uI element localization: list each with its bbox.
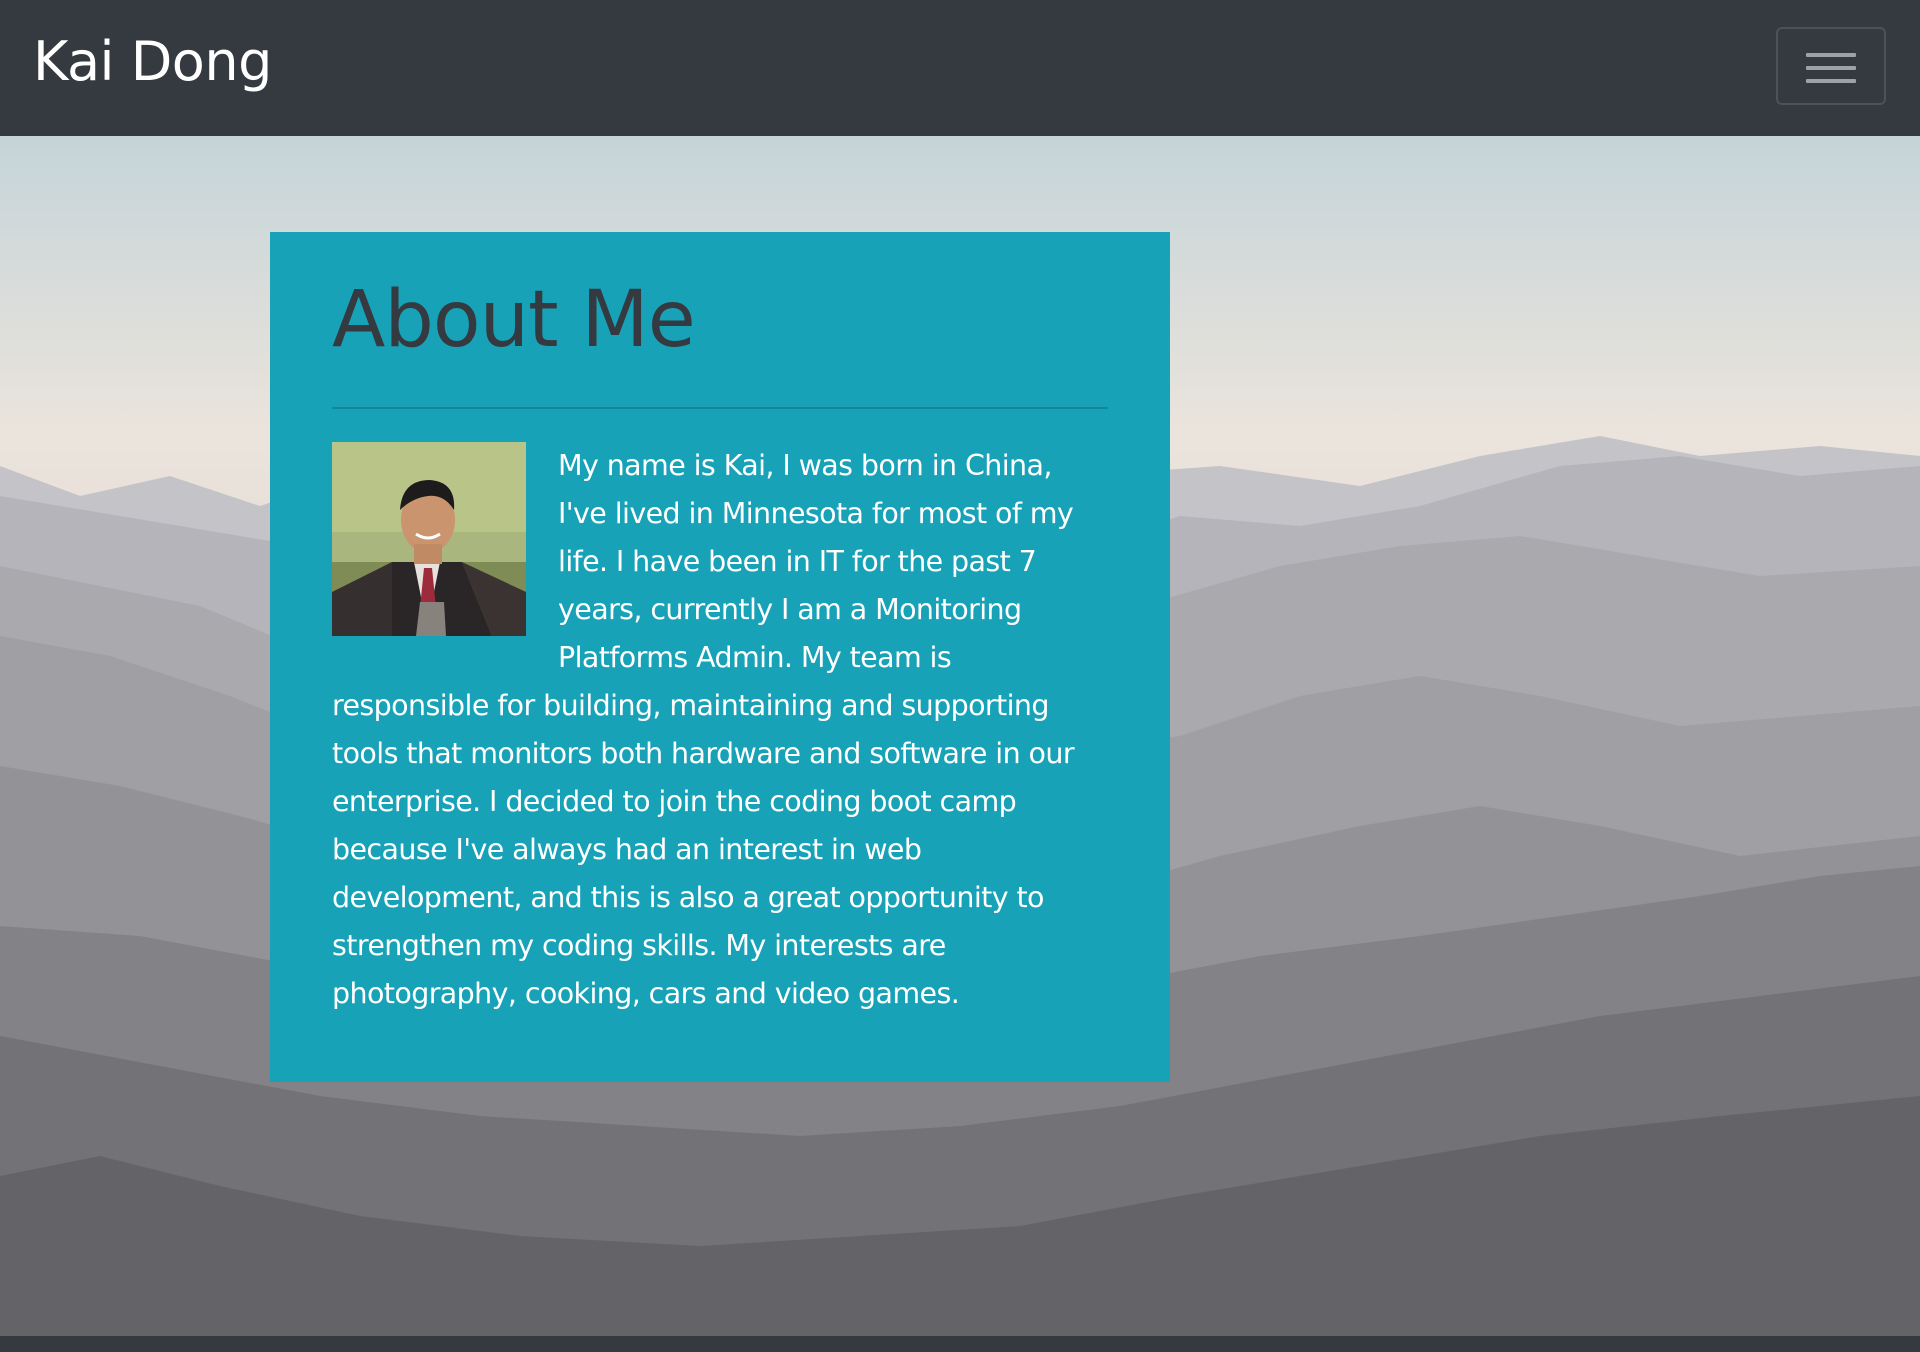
divider bbox=[332, 407, 1108, 409]
about-bio: My name is Kai, I was born in China, I'v… bbox=[332, 442, 1108, 1018]
about-title: About Me bbox=[332, 275, 696, 365]
navbar: Kai Dong bbox=[0, 0, 1920, 136]
hamburger-menu-icon bbox=[1806, 53, 1856, 57]
hamburger-bar bbox=[1806, 79, 1856, 83]
hamburger-bar bbox=[1806, 66, 1856, 70]
navbar-toggler-button[interactable] bbox=[1776, 27, 1886, 105]
photo-spacer bbox=[332, 442, 526, 636]
navbar-brand[interactable]: Kai Dong bbox=[33, 26, 272, 98]
about-me-card: About Me My name is Kai, I was born in C… bbox=[270, 232, 1170, 1082]
footer-strip bbox=[0, 1336, 1920, 1352]
